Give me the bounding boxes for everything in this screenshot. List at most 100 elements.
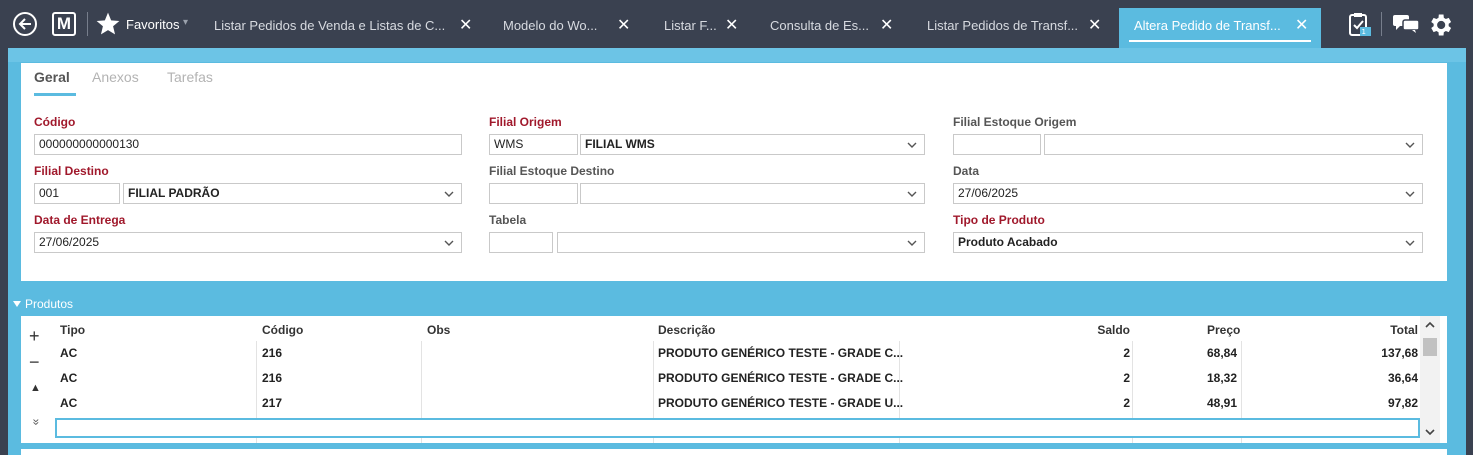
data-entrega-field[interactable]: 27/06/2025 — [34, 232, 462, 253]
tab-listar-pedidos-venda[interactable]: Listar Pedidos de Venda e Listas de C...… — [214, 8, 476, 44]
cell-tipo: AC — [60, 396, 78, 410]
tipo-produto-select[interactable]: Produto Acabado — [953, 232, 1423, 253]
favorites-caret-icon[interactable]: ▾ — [183, 17, 188, 28]
subtab-tarefas[interactable]: Tarefas — [167, 69, 213, 85]
col-header-codigo[interactable]: Código — [262, 323, 303, 337]
tabela-code-field[interactable] — [489, 232, 553, 253]
close-icon[interactable]: ✕ — [1088, 8, 1101, 44]
tab-modelo-wo[interactable]: Modelo do Wo... ✕ — [503, 8, 633, 44]
add-row-icon[interactable]: + — [29, 326, 40, 347]
cell-saldo: 2 — [1123, 371, 1130, 385]
tab-label: Listar Pedidos de Transf... — [927, 18, 1079, 33]
filial-estoque-origem-select[interactable] — [1044, 134, 1423, 155]
data-field[interactable]: 27/06/2025 — [953, 183, 1423, 204]
close-icon[interactable]: ✕ — [725, 8, 738, 44]
filial-destino-value: FILIAL PADRÃO — [128, 186, 220, 200]
move-up-icon[interactable]: ▲ — [30, 382, 41, 394]
window-edge — [1466, 48, 1473, 455]
tab-listar-pedidos-transf[interactable]: Listar Pedidos de Transf... ✕ — [927, 8, 1105, 44]
filial-destino-code-field[interactable]: 001 — [34, 183, 120, 204]
remove-row-icon[interactable]: − — [29, 352, 40, 373]
cell-tipo: AC — [60, 371, 78, 385]
new-row-editor[interactable] — [55, 418, 1420, 438]
scroll-up-icon[interactable] — [1425, 321, 1435, 329]
produtos-grid: Tipo Código Obs Descrição Saldo Preço To… — [55, 316, 1420, 443]
subtab-geral[interactable]: Geral — [34, 69, 70, 85]
app-logo[interactable]: M — [52, 12, 76, 36]
header-stripe — [8, 48, 1466, 62]
tab-consulta-es[interactable]: Consulta de Es... ✕ — [770, 8, 898, 44]
cell-preco: 18,32 — [1207, 371, 1238, 385]
filial-origem-select[interactable]: FILIAL WMS — [580, 134, 925, 155]
cell-total: 137,68 — [1381, 346, 1418, 360]
cell-descricao: PRODUTO GENÉRICO TESTE - GRADE U... — [658, 396, 904, 410]
chevron-down-icon — [907, 142, 917, 148]
data-entrega-label: Data de Entrega — [34, 213, 126, 227]
clipboard-check-icon[interactable]: 1 — [1346, 11, 1372, 40]
svg-text:1: 1 — [1362, 28, 1366, 36]
chevron-down-icon — [907, 240, 917, 246]
col-header-saldo[interactable]: Saldo — [1097, 323, 1130, 337]
collapse-caret-icon[interactable] — [13, 301, 21, 307]
cell-saldo: 2 — [1123, 396, 1130, 410]
close-icon[interactable]: ✕ — [880, 8, 893, 44]
table-row[interactable]: AC 216 PRODUTO GENÉRICO TESTE - GRADE C.… — [55, 341, 1420, 366]
form-panel: Geral Anexos Tarefas Código 000000000000… — [21, 63, 1447, 281]
table-row[interactable]: AC 217 PRODUTO GENÉRICO TESTE - GRADE U.… — [55, 391, 1420, 416]
top-bar: M Favoritos ▾ Listar Pedidos de Venda e … — [0, 0, 1473, 48]
codigo-field[interactable]: 000000000000130 — [34, 134, 462, 155]
col-header-descricao[interactable]: Descrição — [658, 323, 715, 337]
filial-estoque-destino-code-field[interactable] — [489, 183, 578, 204]
cell-total: 97,82 — [1387, 396, 1418, 410]
tab-label: Altera Pedido de Transf... — [1134, 18, 1281, 33]
cell-descricao: PRODUTO GENÉRICO TESTE - GRADE C... — [658, 371, 904, 385]
chat-icon[interactable] — [1392, 14, 1420, 37]
tab-label: Consulta de Es... — [770, 18, 869, 33]
filial-destino-label: Filial Destino — [34, 164, 109, 178]
vertical-scrollbar[interactable] — [1420, 316, 1440, 443]
filial-estoque-destino-select[interactable] — [580, 183, 925, 204]
tipo-produto-value: Produto Acabado — [958, 235, 1058, 249]
scroll-thumb[interactable] — [1423, 338, 1437, 356]
gear-icon[interactable] — [1426, 11, 1454, 42]
filial-estoque-destino-label: Filial Estoque Destino — [489, 164, 615, 178]
expand-more-icon[interactable]: » — [29, 419, 43, 426]
produtos-header[interactable]: Produtos — [8, 294, 1466, 314]
filial-estoque-origem-code-field[interactable] — [953, 134, 1041, 155]
data-value: 27/06/2025 — [958, 186, 1019, 200]
tab-listar-f[interactable]: Listar F... ✕ — [664, 8, 744, 44]
produtos-title: Produtos — [25, 297, 74, 311]
close-icon[interactable]: ✕ — [617, 8, 630, 44]
tabela-select[interactable] — [557, 232, 925, 253]
table-row[interactable]: AC 216 PRODUTO GENÉRICO TESTE - GRADE C.… — [55, 366, 1420, 391]
back-icon[interactable] — [13, 12, 37, 36]
tab-altera-pedido-transf[interactable]: Altera Pedido de Transf... ✕ — [1119, 8, 1321, 48]
tipo-produto-label: Tipo de Produto — [953, 213, 1045, 227]
scroll-down-icon[interactable] — [1425, 428, 1435, 436]
cell-preco: 68,84 — [1207, 346, 1238, 360]
codigo-label: Código — [34, 115, 76, 129]
divider — [87, 12, 88, 36]
filial-origem-label: Filial Origem — [489, 115, 562, 129]
cell-codigo: 216 — [262, 346, 283, 360]
col-header-obs[interactable]: Obs — [427, 323, 450, 337]
filial-destino-select[interactable]: FILIAL PADRÃO — [123, 183, 462, 204]
star-icon[interactable] — [95, 11, 121, 40]
subtab-anexos[interactable]: Anexos — [92, 69, 139, 85]
footer-panel — [21, 449, 1447, 455]
favorites-menu[interactable]: Favoritos — [126, 17, 179, 32]
cell-codigo: 216 — [262, 371, 283, 385]
tab-label: Modelo do Wo... — [503, 18, 598, 33]
tab-label: Listar F... — [664, 18, 717, 33]
cell-codigo: 217 — [262, 396, 283, 410]
chevron-down-icon — [1405, 240, 1415, 246]
close-icon[interactable]: ✕ — [1295, 8, 1308, 44]
col-header-preco[interactable]: Preço — [1207, 323, 1240, 337]
grid-toolbar: + − ▲ » — [21, 316, 55, 443]
col-header-total[interactable]: Total — [1390, 323, 1418, 337]
chevron-down-icon — [444, 191, 454, 197]
filial-origem-code-field[interactable]: WMS — [489, 134, 578, 155]
chevron-down-icon — [444, 240, 454, 246]
col-header-tipo[interactable]: Tipo — [60, 323, 85, 337]
close-icon[interactable]: ✕ — [459, 8, 472, 44]
